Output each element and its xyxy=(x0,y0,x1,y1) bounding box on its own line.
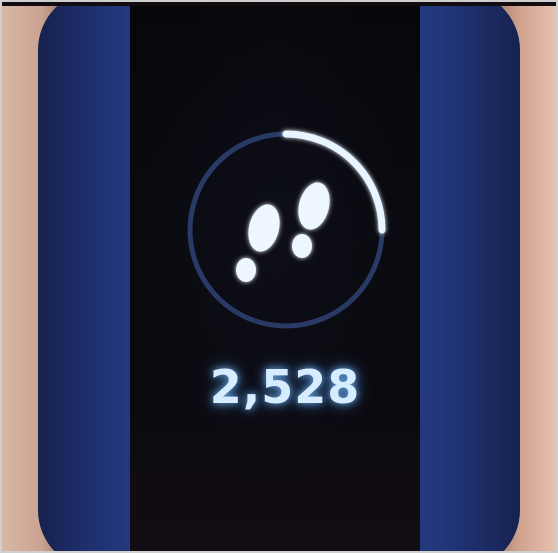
step-progress-ring xyxy=(187,130,386,329)
footprints-icon xyxy=(236,182,330,282)
step-count: 2,528 xyxy=(209,360,361,414)
top-edge xyxy=(0,0,558,6)
photo-frame: 2,528 xyxy=(0,0,558,553)
